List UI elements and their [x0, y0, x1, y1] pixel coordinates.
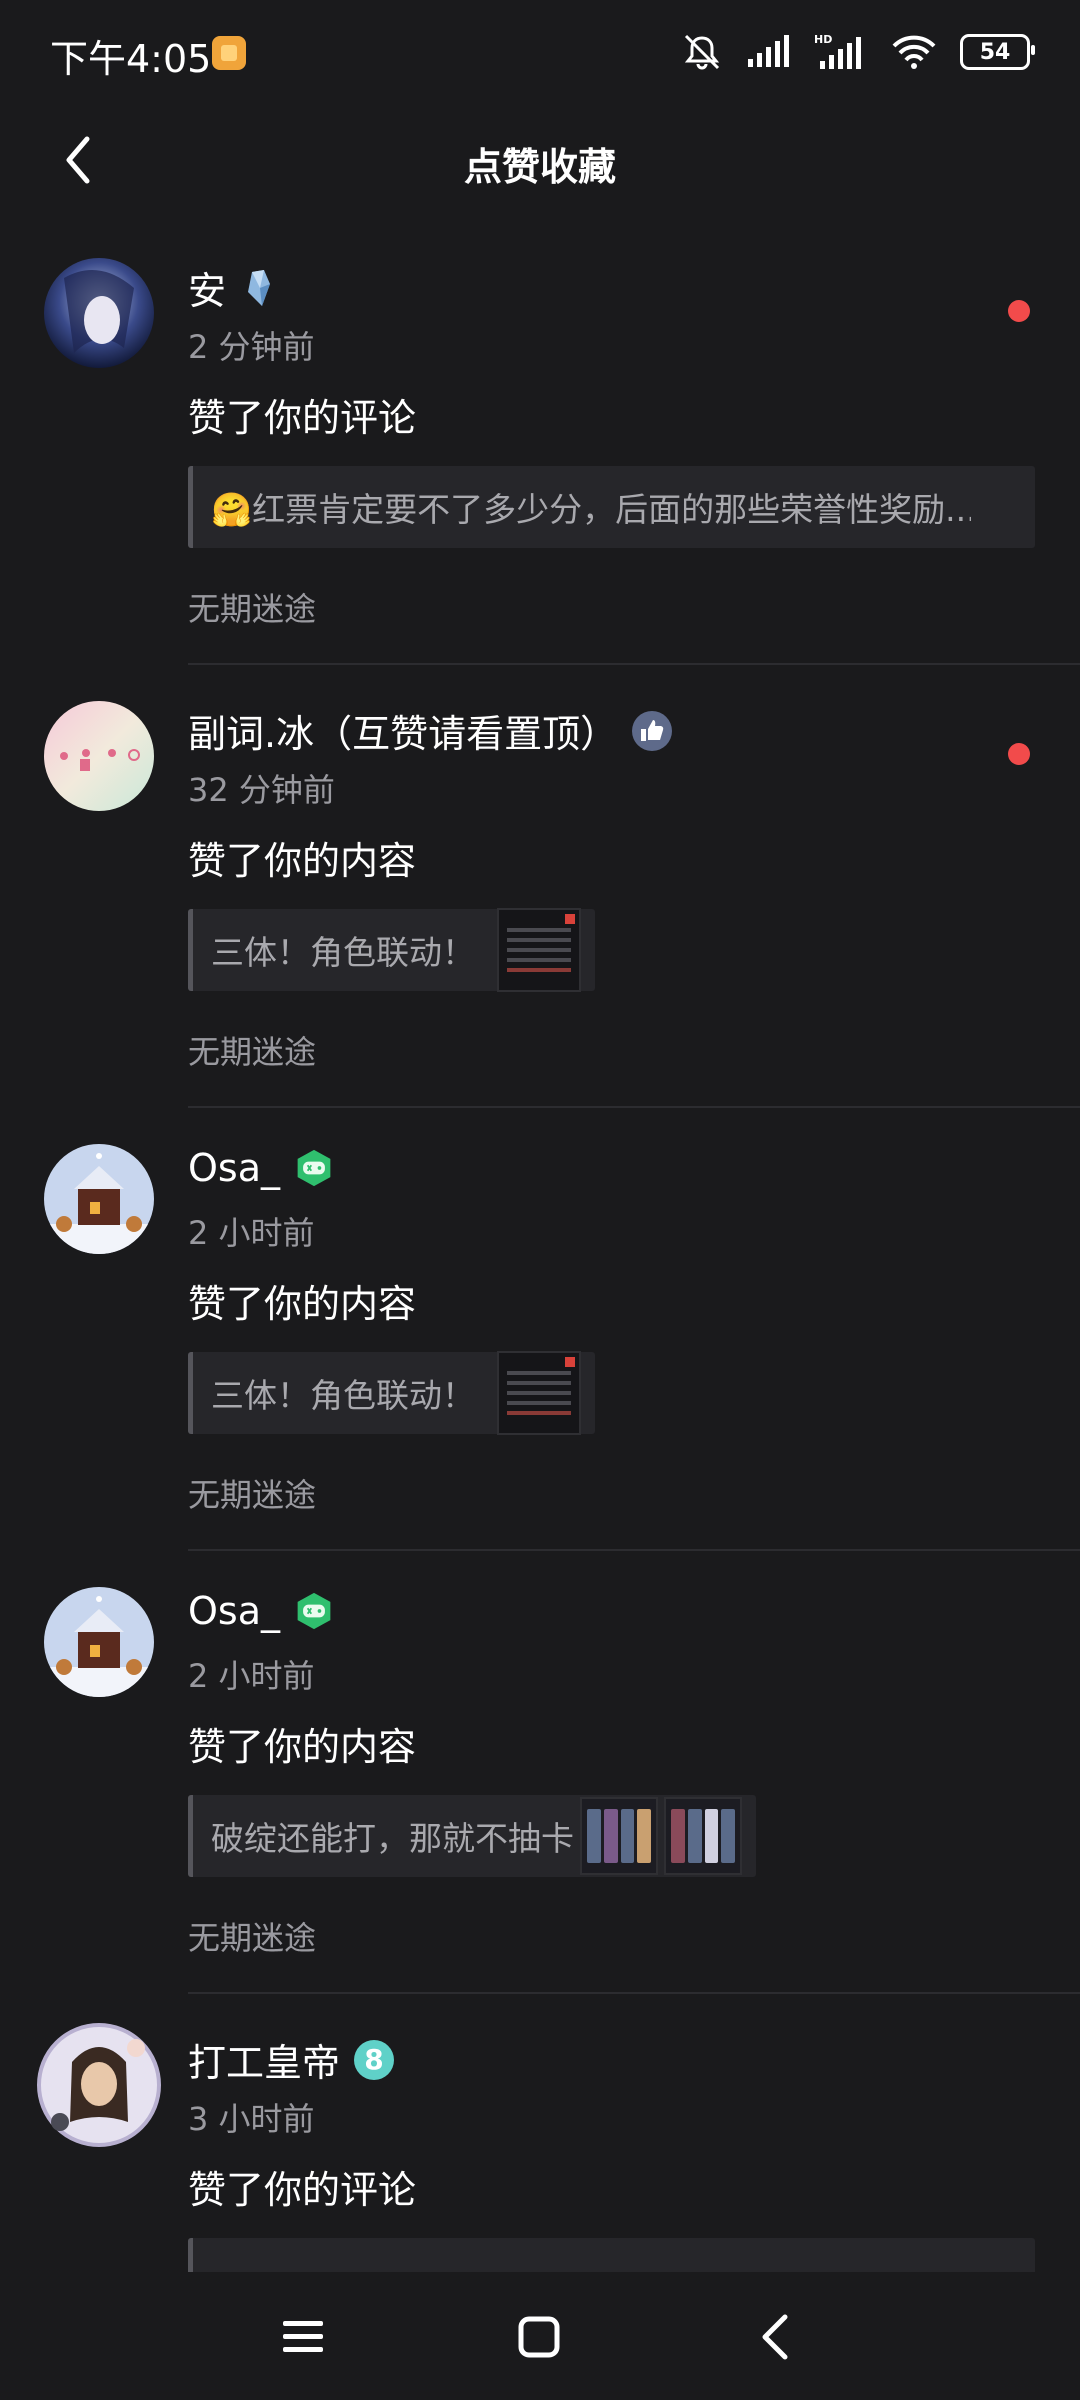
gamepad-badge-icon: [294, 1591, 334, 1631]
quoted-text: 三体！角色联动！: [211, 1376, 475, 1415]
quoted-content[interactable]: 🤗红票肯定要不了多少分，后面的那些荣誉性奖励...: [188, 466, 1035, 548]
notification-list[interactable]: 安 2 分钟前 赞了你的评论 🤗红票肯定要不了多少分，后面的那些荣誉性奖励...…: [0, 222, 1080, 2272]
content-thumbnail: [580, 1797, 658, 1875]
notification-action: 赞了你的评论: [188, 396, 417, 440]
hd-signal-icon: HD: [814, 33, 868, 71]
quoted-content[interactable]: [188, 2238, 1035, 2272]
avatar[interactable]: [44, 1587, 154, 1697]
content-thumbnail: [497, 1351, 581, 1435]
home-square-icon: [518, 2316, 560, 2358]
content-thumbnail: [664, 1797, 742, 1875]
badge-level-text: 8: [364, 2043, 384, 2076]
source-game[interactable]: 无期迷途: [188, 1470, 316, 1516]
quoted-content[interactable]: 破绽还能打，那就不抽卡: [188, 1795, 756, 1877]
avatar[interactable]: [44, 701, 154, 811]
menu-button[interactable]: [268, 2302, 338, 2372]
notification-time: 2 小时前: [188, 1214, 315, 1252]
quoted-text: 三体！角色联动！: [211, 933, 475, 972]
user-row: 打工皇帝 8: [188, 2032, 395, 2087]
top-app-bar: 点赞收藏: [0, 110, 1080, 210]
system-nav-bar: [0, 2272, 1080, 2400]
user-row: Osa_: [188, 1146, 334, 1190]
source-game[interactable]: 无期迷途: [188, 1913, 316, 1959]
notification-action: 赞了你的内容: [188, 1282, 417, 1326]
username[interactable]: Osa_: [188, 1589, 280, 1633]
status-icons: HD 54: [680, 32, 1035, 72]
notification-time: 32 分钟前: [188, 771, 335, 809]
page-title: 点赞收藏: [463, 145, 616, 189]
gamepad-badge-icon: [294, 1148, 334, 1188]
notification-item[interactable]: 安 2 分钟前 赞了你的评论 🤗红票肯定要不了多少分，后面的那些荣誉性奖励...…: [0, 222, 1080, 665]
menu-icon: [283, 2321, 323, 2352]
notification-item[interactable]: Osa_ 2 小时前 赞了你的内容 三体！角色联动！ 无期迷途: [0, 1108, 1080, 1551]
notification-item[interactable]: 副词.冰（互赞请看置顶） 32 分钟前 赞了你的内容 三体！角色联动！ 无期迷途: [0, 665, 1080, 1108]
notification-time: 2 小时前: [188, 1657, 315, 1695]
home-button[interactable]: [504, 2302, 574, 2372]
source-game[interactable]: 无期迷途: [188, 584, 316, 630]
notification-action: 赞了你的评论: [188, 2168, 417, 2212]
username[interactable]: 打工皇帝: [188, 2032, 340, 2087]
unread-dot: [1008, 743, 1030, 765]
level-8-badge-icon: 8: [354, 2039, 395, 2080]
back-triangle-icon: [762, 2314, 788, 2360]
user-row: Osa_: [188, 1589, 334, 1633]
notification-action: 赞了你的内容: [188, 839, 417, 883]
notification-item[interactable]: 打工皇帝 8 3 小时前 赞了你的评论: [0, 1994, 1080, 2272]
thumbs-up-badge-icon: [632, 710, 673, 751]
avatar[interactable]: [36, 2022, 162, 2148]
quoted-text: 🤗红票肯定要不了多少分，后面的那些荣誉性奖励...: [211, 490, 971, 529]
crystal-badge-icon: [240, 268, 280, 308]
wifi-icon: [890, 34, 938, 70]
notification-time: 2 分钟前: [188, 328, 315, 366]
quoted-content[interactable]: 三体！角色联动！: [188, 1351, 595, 1435]
mute-icon: [680, 32, 724, 72]
content-thumbnail: [497, 908, 581, 992]
username[interactable]: 副词.冰（互赞请看置顶）: [188, 703, 618, 758]
source-game[interactable]: 无期迷途: [188, 1027, 316, 1073]
username[interactable]: 安: [188, 260, 226, 315]
system-back-button[interactable]: [740, 2302, 810, 2372]
avatar[interactable]: [44, 258, 154, 368]
status-bar: 下午4:05 HD 54: [0, 0, 1080, 110]
notification-time: 3 小时前: [188, 2100, 315, 2138]
quoted-text: 破绽还能打，那就不抽卡: [211, 1819, 574, 1858]
status-time: 下午4:05: [50, 37, 212, 81]
battery-icon: 54: [960, 34, 1035, 70]
quoted-content[interactable]: 三体！角色联动！: [188, 908, 595, 992]
app-notification-icon: [212, 36, 246, 70]
user-row: 副词.冰（互赞请看置顶）: [188, 703, 673, 758]
avatar[interactable]: [44, 1144, 154, 1254]
notification-item[interactable]: Osa_ 2 小时前 赞了你的内容 破绽还能打，那就不抽卡 无期迷途: [0, 1551, 1080, 1994]
user-row: 安: [188, 260, 280, 315]
username[interactable]: Osa_: [188, 1146, 280, 1190]
notification-action: 赞了你的内容: [188, 1725, 417, 1769]
unread-dot: [1008, 300, 1030, 322]
signal-icon: [746, 35, 792, 69]
svg-text:HD: HD: [814, 33, 832, 46]
